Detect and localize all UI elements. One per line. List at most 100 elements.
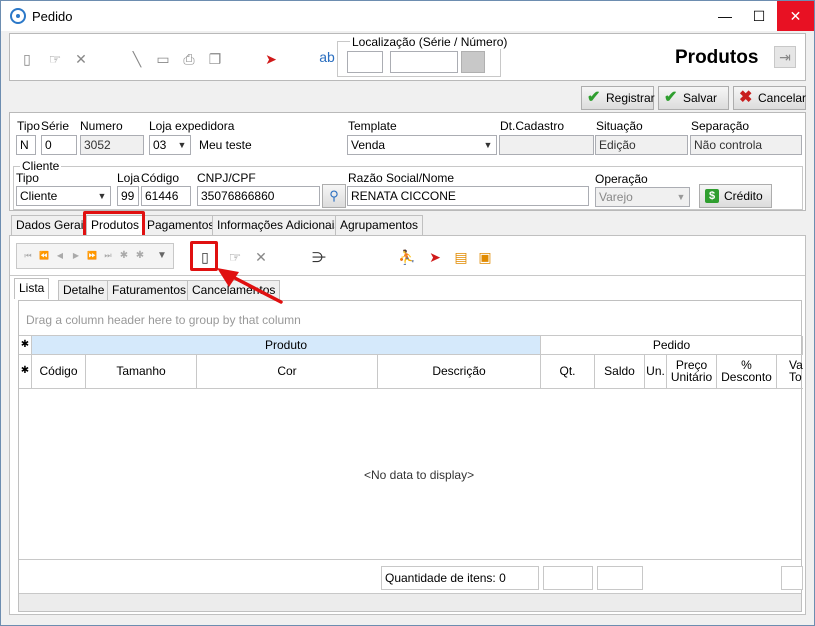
situacao-label: Situação: [596, 119, 643, 133]
razao-label: Razão Social/Nome: [348, 171, 455, 185]
col-desconto-line2: Desconto: [721, 370, 772, 384]
template-value: Venda: [351, 138, 386, 152]
print-icon[interactable]: ⎙: [180, 50, 198, 68]
col-cor[interactable]: Cor: [197, 355, 378, 389]
col-preco-unitario[interactable]: Preço Unitário: [667, 355, 717, 389]
title-bar: Pedido — ☐ ✕: [1, 1, 814, 31]
col-codigo[interactable]: Código: [32, 355, 86, 389]
col-qt[interactable]: Qt.: [541, 355, 595, 389]
subtab-lista[interactable]: Lista: [14, 278, 50, 299]
chevron-down-icon: ▼: [483, 140, 493, 150]
dollar-icon: $: [705, 189, 719, 203]
loja-expedidora-label: Loja expedidora: [149, 119, 235, 133]
col-valor-total[interactable]: Va To: [777, 355, 803, 389]
append-record-icon[interactable]: ✱: [131, 247, 149, 265]
cliente-tipo-select[interactable]: Cliente ▼: [16, 186, 111, 206]
credito-button[interactable]: $ Crédito: [699, 184, 772, 208]
col-preco-line2: Unitário: [670, 370, 713, 384]
subtab-faturamentos[interactable]: Faturamentos: [107, 280, 192, 300]
walk-icon[interactable]: ⛹: [398, 248, 416, 266]
tab-informacoes-adicionais[interactable]: Informações Adicionais: [212, 215, 346, 235]
check-icon: ✔: [664, 89, 678, 106]
maximize-button[interactable]: ☐: [742, 1, 776, 31]
delete-icon[interactable]: ✕: [72, 50, 90, 68]
import-icon[interactable]: ➤: [262, 50, 280, 68]
split-icon[interactable]: ⋺: [310, 248, 328, 266]
loja-expedidora-name: Meu teste: [199, 138, 252, 152]
new-doc-icon[interactable]: ▯: [18, 50, 36, 68]
band-produto[interactable]: Produto: [32, 336, 541, 355]
tipo-label: Tipo: [17, 119, 40, 133]
serie-label: Série: [41, 119, 70, 133]
edit-icon[interactable]: ☞: [46, 50, 64, 68]
numero-input[interactable]: 3052: [80, 135, 144, 155]
situacao-input[interactable]: Edição: [595, 135, 688, 155]
localizacao-serie-input[interactable]: [347, 51, 383, 73]
tipo-input[interactable]: N: [16, 135, 36, 155]
salvar-button[interactable]: ✔ Salvar: [658, 86, 729, 110]
localizacao-numero-input[interactable]: [390, 51, 458, 73]
cancelar-label: Cancelar: [758, 91, 807, 105]
template-select[interactable]: Venda ▼: [347, 135, 497, 155]
check-icon: ✔: [587, 89, 601, 106]
preview-icon[interactable]: ▭: [154, 50, 172, 68]
minimize-button[interactable]: —: [708, 1, 742, 31]
search-client-button[interactable]: ⚲: [322, 184, 346, 208]
razao-input[interactable]: RENATA CICCONE: [347, 186, 589, 206]
localizacao-label: Localização (Série / Número): [350, 35, 510, 49]
tab-content: ⏮ ⏪ ◀ ▶ ⏩ ⏭ ✱ ✱ ▼ ▯ ☞ ✕ ⋺ ⛹ ➤ ▤ ▣ Lista …: [9, 235, 806, 615]
row-indicator-header: ✱: [19, 355, 32, 389]
band-pedido[interactable]: Pedido: [541, 336, 803, 355]
top-toolbar: ▯ ☞ ✕ ╲ ▭ ⎙ ❐ ➤ ab Localização (Série / …: [9, 33, 806, 81]
dt-cadastro-label: Dt.Cadastro: [500, 119, 565, 133]
codigo-input[interactable]: 61446: [141, 186, 191, 206]
subtab-detalhe[interactable]: Detalhe: [58, 280, 110, 300]
tab-dados-gerais[interactable]: Dados Gerais: [11, 215, 95, 235]
footer-quantidade: Quantidade de itens: 0: [381, 566, 539, 590]
footer-qt-total: [543, 566, 593, 590]
chevron-down-icon: ▼: [177, 140, 187, 150]
col-tamanho[interactable]: Tamanho: [86, 355, 197, 389]
window-icon[interactable]: ▣: [476, 248, 494, 266]
x-icon: ✖: [739, 89, 753, 106]
operacao-select[interactable]: Varejo ▼: [595, 187, 690, 207]
dt-cadastro-input[interactable]: [499, 135, 594, 155]
band-indicator: ✱: [19, 336, 32, 355]
filter-icon[interactable]: ▼: [153, 247, 171, 265]
chevron-down-icon: ▼: [97, 191, 107, 201]
cliente-tipo-value: Cliente: [20, 189, 58, 203]
codigo-label: Código: [141, 171, 180, 185]
loja-input[interactable]: 99: [117, 186, 139, 206]
col-descricao[interactable]: Descrição: [378, 355, 541, 389]
registrar-button[interactable]: ✔ Registrar: [581, 86, 655, 110]
folder-icon[interactable]: ▤: [452, 248, 470, 266]
group-by-panel[interactable]: Drag a column header here to group by th…: [19, 301, 801, 336]
credito-label: Crédito: [724, 189, 763, 203]
chevron-down-icon: ▼: [676, 192, 686, 202]
pen-icon[interactable]: ╲: [128, 50, 146, 68]
page-heading: Produtos: [675, 47, 759, 68]
col-un[interactable]: Un.: [645, 355, 667, 389]
cnpj-input[interactable]: 35076866860: [197, 186, 320, 206]
footer-valor-total: [781, 566, 803, 590]
loja-expedidora-select[interactable]: 03 ▼: [149, 135, 191, 155]
col-saldo[interactable]: Saldo: [595, 355, 645, 389]
tab-agrupamentos[interactable]: Agrupamentos: [335, 215, 424, 235]
copy-icon[interactable]: ❐: [206, 50, 224, 68]
col-valor-line2: To: [789, 370, 802, 384]
spellcheck-icon[interactable]: ab: [318, 48, 336, 66]
horizontal-scrollbar[interactable]: [19, 593, 801, 611]
col-desconto[interactable]: % Desconto: [717, 355, 777, 389]
import-item-icon[interactable]: ➤: [426, 248, 444, 266]
cancelar-button[interactable]: ✖ Cancelar: [733, 86, 806, 110]
separacao-input[interactable]: Não controla: [690, 135, 802, 155]
toolbar-divider: [10, 275, 805, 276]
localizacao-search-button[interactable]: [461, 51, 485, 73]
tab-pagamentos[interactable]: Pagamentos: [142, 215, 220, 235]
exit-icon[interactable]: ⇥: [774, 46, 796, 68]
operacao-label: Operação: [595, 172, 648, 186]
registrar-label: Registrar: [606, 91, 655, 105]
close-button[interactable]: ✕: [777, 1, 814, 31]
serie-input[interactable]: 0: [41, 135, 77, 155]
salvar-label: Salvar: [683, 91, 718, 105]
